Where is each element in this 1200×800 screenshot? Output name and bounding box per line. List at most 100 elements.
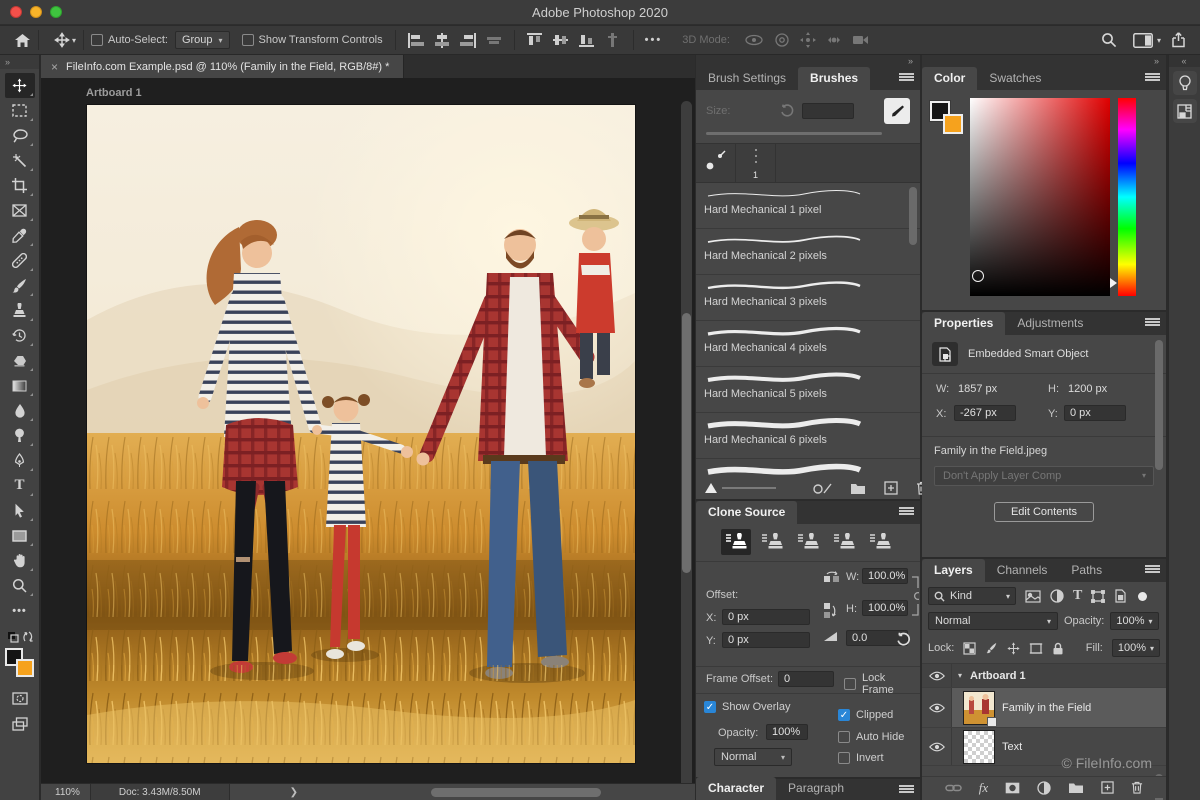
layer-row-artboard[interactable]: ▾ Artboard 1 <box>922 664 1166 688</box>
layer-styles-icon[interactable]: fx <box>979 780 988 796</box>
brush-item[interactable]: Hard Mechanical 4 pixels <box>696 321 920 367</box>
blur-tool[interactable] <box>5 398 35 423</box>
lock-pixels-icon[interactable] <box>985 642 998 655</box>
panel-menu-icon[interactable] <box>1145 564 1160 575</box>
brush-size-input[interactable] <box>802 103 854 119</box>
tab-paragraph[interactable]: Paragraph <box>776 777 856 800</box>
reset-transform-icon[interactable] <box>896 632 911 647</box>
hand-tool[interactable] <box>5 548 35 573</box>
maintain-aspect-icon[interactable] <box>911 576 919 616</box>
expand-artboard-icon[interactable]: ▾ <box>958 671 962 680</box>
workspace-icon[interactable] <box>1133 33 1153 48</box>
brush-item[interactable]: Hard Mechanical 1 pixel <box>696 183 920 229</box>
new-brush-icon[interactable] <box>884 481 898 495</box>
clone-source-slot-2[interactable] <box>757 529 787 555</box>
panel-menu-icon[interactable] <box>1145 317 1160 328</box>
flip-vertical-icon[interactable] <box>823 602 837 620</box>
collapse-dock-icon[interactable]: » <box>922 55 1166 67</box>
canvas-vertical-scrollbar[interactable] <box>681 101 692 783</box>
overlay-opacity-input[interactable]: 100% <box>766 724 808 740</box>
blend-mode-dropdown[interactable]: Normal▾ <box>928 612 1058 630</box>
panel-menu-icon[interactable] <box>899 784 914 795</box>
new-group-icon[interactable] <box>1068 782 1084 794</box>
clone-source-slot-5[interactable] <box>865 529 895 555</box>
move-tool[interactable] <box>5 73 35 98</box>
color-picker-cursor[interactable] <box>972 270 984 282</box>
overlay-blend-dropdown[interactable]: Normal▾ <box>714 748 792 766</box>
edit-toolbar-icon[interactable]: ••• <box>5 598 35 623</box>
more-options-icon[interactable]: ••• <box>645 34 663 46</box>
type-tool[interactable]: T <box>5 473 35 498</box>
close-tab-icon[interactable]: × <box>51 60 58 74</box>
adjustment-layer-icon[interactable] <box>1037 781 1051 795</box>
tab-clone-source[interactable]: Clone Source <box>696 501 797 524</box>
lock-position-icon[interactable] <box>1007 642 1020 655</box>
clone-y-input[interactable]: 0 px <box>722 632 810 648</box>
search-icon[interactable] <box>1101 32 1117 48</box>
clone-stamp-tool[interactable] <box>5 298 35 323</box>
background-color-swatch[interactable] <box>16 659 34 677</box>
brush-item[interactable]: Hard Mechanical 6 pixels <box>696 413 920 459</box>
lock-all-icon[interactable] <box>1052 642 1064 655</box>
expand-dock-icon[interactable]: « <box>1169 55 1200 67</box>
align-bottom-icon[interactable] <box>577 32 597 48</box>
document-canvas[interactable]: Artboard 1 <box>41 78 695 783</box>
lasso-tool[interactable] <box>5 123 35 148</box>
brush-item-partial[interactable] <box>696 459 920 477</box>
brush-size-slider[interactable] <box>706 132 882 135</box>
tab-paths[interactable]: Paths <box>1059 559 1114 582</box>
lock-frame-option[interactable]: Lock Frame <box>844 672 920 696</box>
tab-layers[interactable]: Layers <box>922 559 985 582</box>
status-chevron-icon[interactable]: ❯ <box>290 787 298 798</box>
quick-mask-icon[interactable] <box>5 686 35 711</box>
visibility-toggle[interactable] <box>922 728 952 765</box>
brush-tip-sample-1[interactable]: 1 <box>736 144 776 182</box>
align-top-icon[interactable] <box>525 32 545 48</box>
brush-stroke-preview-button[interactable] <box>884 98 910 124</box>
clone-height-input[interactable]: 100.0% <box>862 600 908 616</box>
workspace-chevron-icon[interactable]: ▾ <box>1157 36 1161 45</box>
show-transform-option[interactable]: Show Transform Controls <box>242 34 383 46</box>
clone-source-slot-3[interactable] <box>793 529 823 555</box>
collapse-dock-icon[interactable]: » <box>696 55 920 67</box>
visibility-toggle[interactable] <box>922 688 952 727</box>
brush-item[interactable]: Hard Mechanical 3 pixels <box>696 275 920 321</box>
eraser-tool[interactable] <box>5 348 35 373</box>
crop-tool[interactable] <box>5 173 35 198</box>
align-right-icon[interactable] <box>458 32 478 48</box>
align-vcenter-icon[interactable] <box>551 32 571 48</box>
tab-brush-settings[interactable]: Brush Settings <box>696 67 798 90</box>
layer-mask-icon[interactable] <box>1005 782 1020 794</box>
tab-adjustments[interactable]: Adjustments <box>1005 312 1095 335</box>
share-icon[interactable] <box>1171 32 1186 48</box>
shape-tool[interactable] <box>5 523 35 548</box>
clone-source-slot-4[interactable] <box>829 529 859 555</box>
clone-x-input[interactable]: 0 px <box>722 609 810 625</box>
layer-thumbnail[interactable] <box>964 692 994 724</box>
background-color-swatch[interactable] <box>943 114 963 134</box>
filter-adjustment-layers-icon[interactable] <box>1050 589 1064 603</box>
tab-channels[interactable]: Channels <box>985 559 1060 582</box>
artboard-label[interactable]: Artboard 1 <box>86 87 142 99</box>
eyedropper-tool[interactable] <box>5 223 35 248</box>
layer-thumbnail[interactable] <box>964 731 994 763</box>
tab-color[interactable]: Color <box>922 67 977 90</box>
auto-hide-option[interactable]: Auto Hide <box>838 731 904 743</box>
filter-toggle[interactable] <box>1138 592 1147 601</box>
x-position-input[interactable]: -267 px <box>954 405 1016 421</box>
foreground-background-swatches[interactable] <box>5 648 35 678</box>
learn-panel-icon[interactable] <box>1173 71 1197 95</box>
invert-option[interactable]: Invert <box>838 752 884 764</box>
path-select-tool[interactable] <box>5 498 35 523</box>
magic-wand-tool[interactable] <box>5 148 35 173</box>
tab-swatches[interactable]: Swatches <box>977 67 1053 90</box>
tab-brushes[interactable]: Brushes <box>798 67 870 90</box>
thumbnail-size-slider[interactable] <box>704 482 776 494</box>
show-transform-checkbox[interactable] <box>242 34 254 46</box>
home-icon[interactable] <box>14 33 31 48</box>
gradient-tool[interactable] <box>5 373 35 398</box>
properties-scrollbar[interactable] <box>1154 340 1164 540</box>
y-position-input[interactable]: 0 px <box>1064 405 1126 421</box>
hue-slider[interactable] <box>1118 98 1136 296</box>
zoom-level-field[interactable]: 110% <box>41 787 90 798</box>
